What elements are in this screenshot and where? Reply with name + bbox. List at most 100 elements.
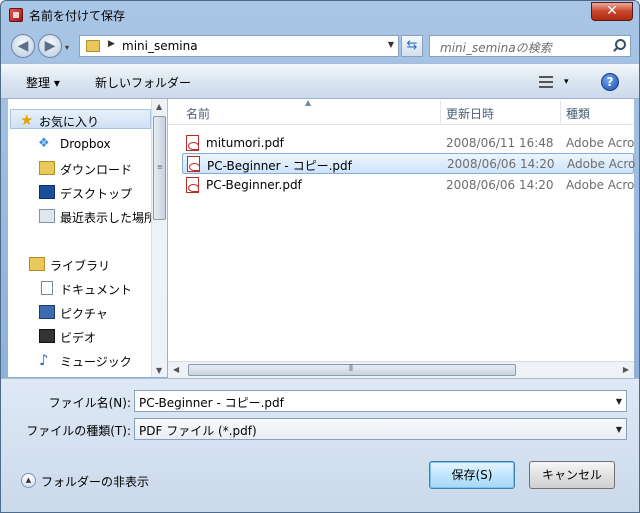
nav-item-label: ピクチャ bbox=[60, 307, 108, 321]
documents-icon bbox=[41, 281, 53, 295]
file-row[interactable]: mitumori.pdf 2008/06/11 16:48 Adobe Acro… bbox=[182, 133, 634, 154]
scroll-thumb[interactable]: ⦀ bbox=[188, 364, 516, 376]
file-type: Adobe Acrobat bbox=[566, 178, 634, 192]
recent-locations-dropdown[interactable]: ▾ bbox=[65, 43, 69, 52]
nav-item-downloads[interactable]: ダウンロード bbox=[8, 158, 153, 178]
pdf-file-icon bbox=[187, 156, 200, 172]
file-row[interactable]: PC-Beginner.pdf 2008/06/06 14:20 Adobe A… bbox=[182, 175, 634, 196]
nav-favorites[interactable]: ★ お気に入り bbox=[10, 109, 151, 129]
dropbox-icon: ❖ bbox=[38, 136, 50, 151]
app-icon bbox=[9, 8, 23, 22]
pictures-icon bbox=[39, 305, 55, 319]
videos-icon bbox=[39, 329, 55, 343]
views-icon[interactable] bbox=[539, 76, 553, 88]
nav-item-documents[interactable]: ドキュメント bbox=[8, 278, 153, 298]
file-type: Adobe Acrobat bbox=[566, 136, 634, 150]
music-icon: ♪ bbox=[39, 351, 49, 369]
save-options-panel: ファイル名(N): PC-Beginner - コピー.pdf ▼ ファイルの種… bbox=[1, 378, 639, 512]
search-placeholder: mini_seminaの検索 bbox=[440, 41, 552, 55]
nav-scrollbar[interactable]: ▲ ≡ ▼ bbox=[151, 99, 167, 377]
column-divider[interactable] bbox=[560, 101, 561, 123]
window-title: 名前を付けて保存 bbox=[29, 9, 126, 23]
help-icon[interactable]: ? bbox=[601, 73, 619, 91]
nav-item-recent[interactable]: 最近表示した場所 bbox=[8, 206, 153, 226]
nav-item-label: ダウンロード bbox=[60, 163, 133, 177]
grip-icon: ⦀ bbox=[349, 364, 353, 374]
column-headers: ▲ 名前 更新日時 種類 bbox=[168, 98, 634, 125]
hide-folders-label: フォルダーの非表示 bbox=[41, 475, 150, 489]
column-divider[interactable] bbox=[440, 101, 441, 123]
file-type: Adobe Acrobat bbox=[567, 157, 635, 171]
star-icon: ★ bbox=[20, 111, 34, 129]
refresh-button[interactable]: ⇆ bbox=[401, 35, 423, 57]
file-name: PC-Beginner - コピー.pdf bbox=[207, 159, 352, 173]
nav-item-label: ビデオ bbox=[60, 331, 97, 345]
pdf-file-icon bbox=[186, 177, 199, 193]
nav-item-label: 最近表示した場所 bbox=[60, 211, 152, 225]
desktop-icon bbox=[39, 185, 55, 199]
file-name: PC-Beginner.pdf bbox=[206, 178, 302, 192]
close-button[interactable]: ✕ bbox=[591, 2, 633, 21]
file-name: mitumori.pdf bbox=[206, 136, 284, 150]
scroll-left-icon[interactable]: ◀ bbox=[173, 365, 179, 374]
column-header-name[interactable]: 名前 bbox=[186, 105, 210, 122]
nav-libraries[interactable]: ライブラリ bbox=[8, 254, 153, 274]
filetype-select[interactable]: PDF ファイル (*.pdf) ▼ bbox=[134, 418, 627, 440]
title-bar: 名前を付けて保存 ✕ bbox=[1, 1, 639, 29]
filetype-label: ファイルの種類(T): bbox=[26, 424, 131, 438]
nav-libraries-label: ライブラリ bbox=[50, 259, 111, 273]
scroll-thumb[interactable]: ≡ bbox=[153, 116, 166, 220]
nav-item-label: デスクトップ bbox=[60, 187, 133, 201]
downloads-folder-icon bbox=[39, 161, 55, 175]
file-row-selected[interactable]: PC-Beginner - コピー.pdf 2008/06/06 14:20 A… bbox=[182, 153, 635, 174]
scroll-up-icon[interactable]: ▲ bbox=[156, 102, 162, 111]
breadcrumb-arrow-icon[interactable]: ▶ bbox=[108, 39, 115, 49]
chevron-up-icon: ▲ bbox=[21, 473, 36, 488]
address-bar[interactable]: ▶ mini_semina ▼ bbox=[79, 35, 399, 57]
save-button[interactable]: 保存(S) bbox=[429, 461, 515, 489]
chevron-down-icon[interactable]: ▼ bbox=[616, 397, 622, 406]
nav-item-label: Dropbox bbox=[60, 137, 111, 151]
nav-item-dropbox[interactable]: ❖ Dropbox bbox=[8, 134, 153, 154]
forward-button[interactable]: ▶ bbox=[38, 34, 62, 58]
back-button[interactable]: ◀ bbox=[11, 34, 35, 58]
breadcrumb-folder[interactable]: mini_semina bbox=[122, 39, 198, 53]
scroll-right-icon[interactable]: ▶ bbox=[623, 365, 629, 374]
filename-input[interactable]: PC-Beginner - コピー.pdf ▼ bbox=[134, 390, 627, 412]
nav-favorites-label: お気に入り bbox=[39, 115, 100, 129]
cancel-button[interactable]: キャンセル bbox=[529, 461, 615, 489]
organize-button[interactable]: 整理 ▾ bbox=[26, 74, 60, 91]
scroll-down-icon[interactable]: ▼ bbox=[156, 366, 162, 375]
file-date: 2008/06/06 14:20 bbox=[447, 157, 555, 171]
sort-ascending-icon: ▲ bbox=[305, 98, 312, 107]
pdf-file-icon bbox=[186, 135, 199, 151]
column-header-date[interactable]: 更新日時 bbox=[446, 105, 494, 122]
recent-places-icon bbox=[39, 209, 55, 223]
libraries-icon bbox=[29, 257, 45, 271]
nav-item-pictures[interactable]: ピクチャ bbox=[8, 302, 153, 322]
save-as-dialog: 名前を付けて保存 ✕ ◀ ▶ ▾ ▶ mini_semina ▼ ⇆ mini_… bbox=[0, 0, 640, 513]
nav-item-music[interactable]: ♪ ミュージック bbox=[8, 350, 153, 370]
filename-value: PC-Beginner - コピー.pdf bbox=[139, 396, 284, 410]
file-list: ▲ 名前 更新日時 種類 mitumori.pdf 2008/06/11 16:… bbox=[168, 98, 635, 377]
filetype-value: PDF ファイル (*.pdf) bbox=[139, 424, 257, 438]
address-dropdown-icon[interactable]: ▼ bbox=[388, 40, 394, 49]
file-date: 2008/06/11 16:48 bbox=[446, 136, 554, 150]
chevron-down-icon[interactable]: ▼ bbox=[616, 425, 622, 434]
command-bar: 整理 ▾ 新しいフォルダー ▾ ? bbox=[1, 63, 639, 99]
search-icon[interactable] bbox=[612, 39, 626, 53]
new-folder-button[interactable]: 新しいフォルダー bbox=[95, 74, 191, 91]
filename-label: ファイル名(N): bbox=[48, 396, 131, 410]
column-header-type[interactable]: 種類 bbox=[566, 105, 590, 122]
nav-item-desktop[interactable]: デスクトップ bbox=[8, 182, 153, 202]
views-dropdown-icon[interactable]: ▾ bbox=[564, 77, 569, 87]
grip-icon: ≡ bbox=[157, 163, 163, 171]
folder-icon bbox=[86, 40, 100, 52]
address-row: ◀ ▶ ▾ ▶ mini_semina ▼ ⇆ mini_seminaの検索 bbox=[1, 29, 639, 63]
nav-item-label: ドキュメント bbox=[60, 283, 133, 297]
search-input[interactable]: mini_seminaの検索 bbox=[429, 35, 631, 57]
navigation-pane: ★ お気に入り ❖ Dropbox ダウンロード デスクトップ 最近表示した場所… bbox=[8, 99, 167, 377]
file-date: 2008/06/06 14:20 bbox=[446, 178, 554, 192]
horizontal-scrollbar[interactable]: ◀ ⦀ ▶ bbox=[168, 361, 634, 378]
nav-item-videos[interactable]: ビデオ bbox=[8, 326, 153, 346]
